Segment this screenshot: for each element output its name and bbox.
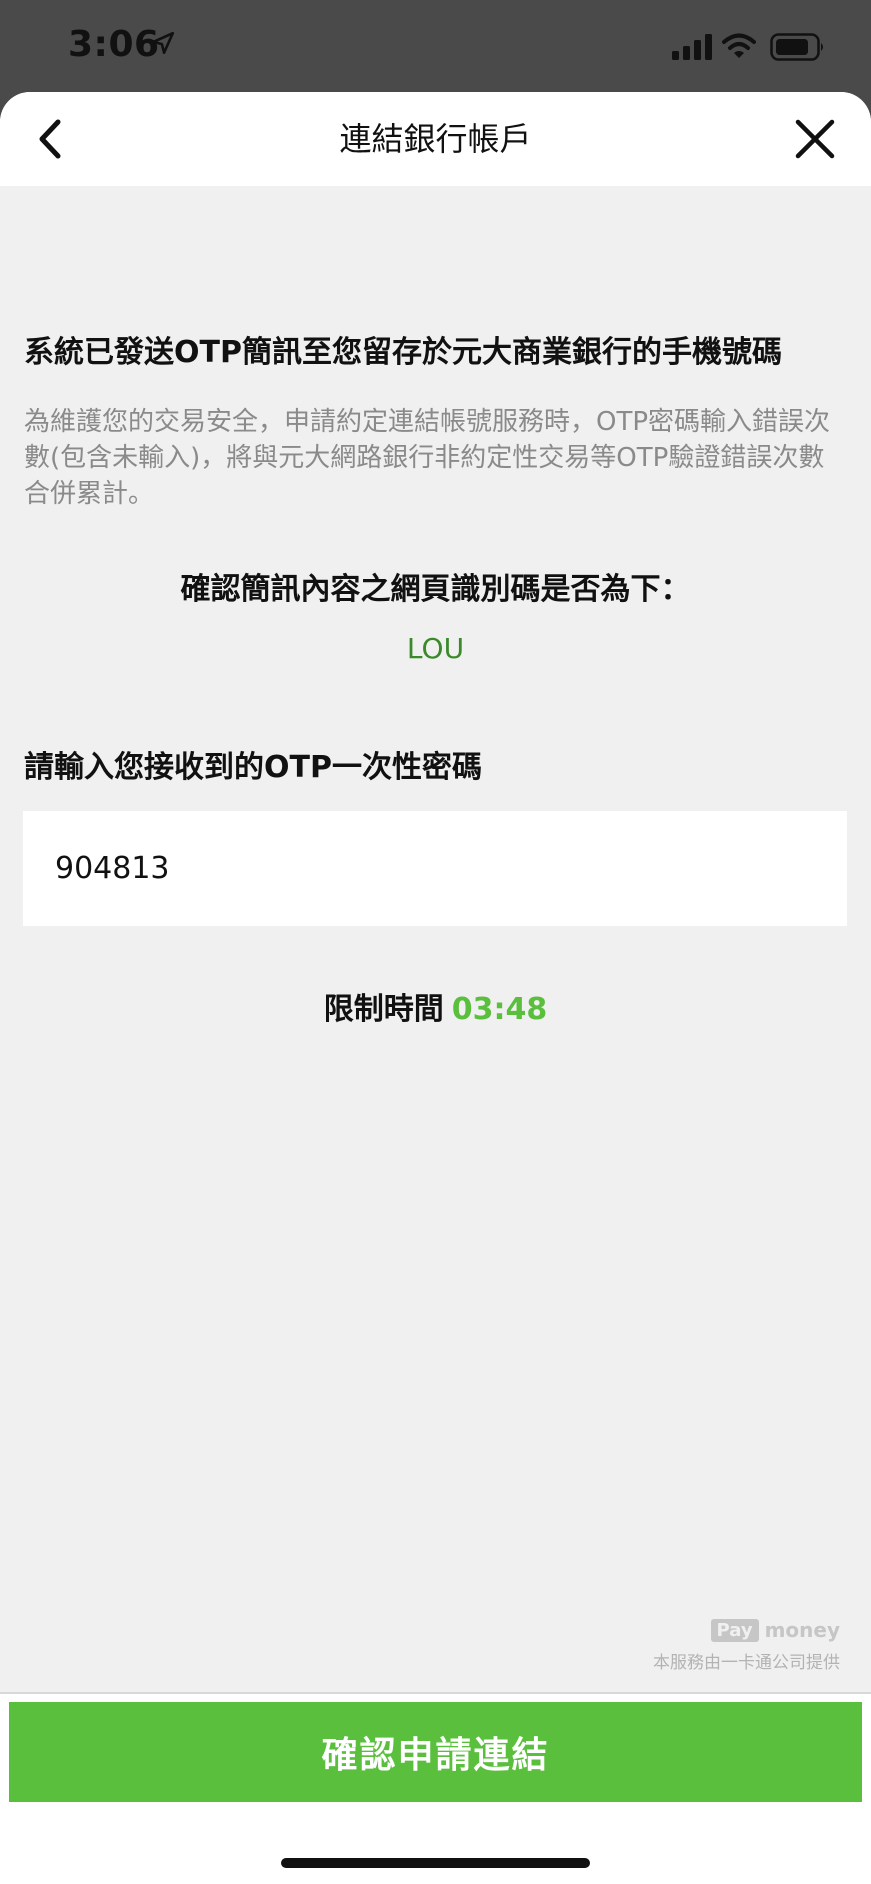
status-bar: 3:06 — [0, 0, 871, 92]
provider-info: Pay money 本服務由一卡通公司提供 — [653, 1618, 840, 1673]
cellular-signal-icon — [672, 34, 712, 60]
paymoney-logo-pay: Pay — [710, 1618, 759, 1642]
paymoney-logo-money: money — [764, 1618, 840, 1642]
location-arrow-icon — [151, 31, 175, 55]
otp-sheet: 連結銀行帳戶 系統已發送OTP簡訊至您留存於元大商業銀行的手機號碼 為維護您的交… — [0, 92, 871, 1884]
battery-icon — [770, 33, 823, 61]
home-indicator — [281, 1858, 590, 1868]
time-limit: 限制時間 03:48 — [0, 984, 871, 1028]
web-code-confirm-label: 確認簡訊內容之網頁識別碼是否為下： — [180, 572, 691, 607]
wifi-icon — [722, 33, 756, 58]
provider-text: 本服務由一卡通公司提供 — [653, 1653, 840, 1673]
page-title: 連結銀行帳戶 — [339, 120, 532, 158]
confirm-link-button[interactable]: 確認申請連結 — [9, 1702, 862, 1802]
otp-input[interactable] — [23, 811, 847, 926]
status-time: 3:06 — [68, 24, 160, 65]
web-identification-code: LOU — [406, 632, 465, 665]
security-notice: 為維護您的交易安全，申請約定連結帳號服務時，OTP密碼輸入錯誤次數(包含未輸入)… — [24, 407, 831, 509]
time-limit-countdown: 03:48 — [451, 992, 548, 1027]
nav-bar: 連結銀行帳戶 — [0, 92, 871, 186]
otp-input-label: 請輸入您接收到的OTP一次性密碼 — [24, 750, 482, 785]
otp-sent-heading: 系統已發送OTP簡訊至您留存於元大商業銀行的手機號碼 — [24, 335, 782, 370]
time-limit-label: 限制時間 — [323, 992, 444, 1027]
close-icon[interactable] — [792, 116, 838, 162]
paymoney-logo: Pay money — [710, 1618, 840, 1642]
